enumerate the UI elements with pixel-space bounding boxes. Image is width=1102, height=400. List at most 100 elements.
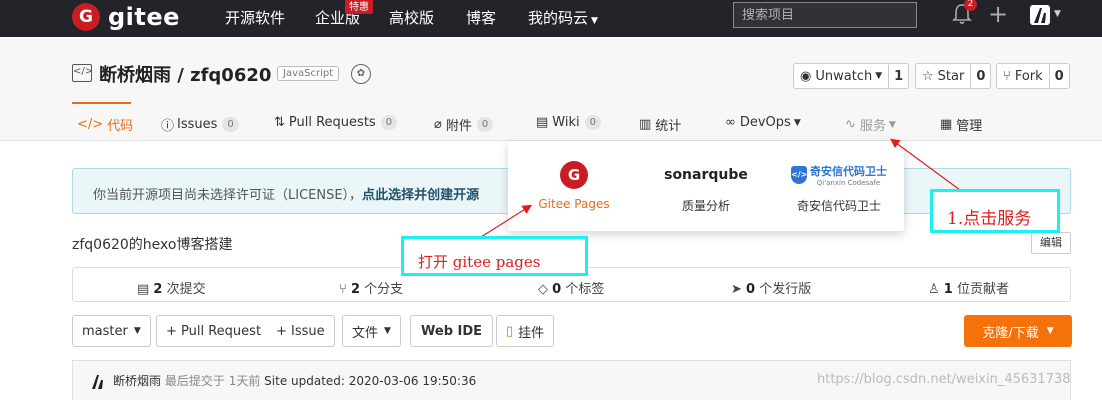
project-header: </> 断桥烟雨 / zfq0620 JavaScript ✿ ◉ Unwatch… [0,37,1102,141]
chevron-down-icon: ▼ [793,117,801,128]
eye-icon: ◉ [800,68,812,84]
chevron-down-icon: ▼ [133,326,141,336]
license-text: 你当前开源项目尚未选择许可证（LICENSE）， [93,188,363,203]
stat-releases[interactable]: ➤ 0 个发行版 [731,278,811,297]
send-icon: ➤ [731,282,747,297]
repo-description: zfq0620的hexo博客搭建 [72,237,233,253]
unwatch-button[interactable]: ◉ Unwatch ▼ [794,64,890,88]
tab-wiki-count: 0 [584,115,601,130]
tab-stats[interactable]: ▥ 统计 [639,115,681,134]
unwatch-label: Unwatch [815,68,873,84]
tab-pull-requests[interactable]: ⇅ Pull Requests 0 [274,115,398,130]
code-icon: </> [77,117,104,132]
chevron-down-icon: ▼ [1046,326,1054,336]
nav-university[interactable]: 高校版 [389,7,434,28]
fork-button[interactable]: ⑂ Fork [997,64,1050,88]
tab-wiki-label: Wiki [552,115,580,130]
pulse-icon: ∿ [845,117,856,132]
tab-code-label: 代码 [107,119,134,134]
repo-title[interactable]: 断桥烟雨 / zfq0620 [99,61,271,87]
tab-issues[interactable]: ⓘ Issues 0 [161,115,239,134]
stat-releases-num: 0 [746,282,756,297]
shield-icon: </> [791,166,807,184]
book-icon: ▤ [536,115,549,130]
tag-icon: ◇ [538,282,553,297]
clone-download-button[interactable]: 克隆/下载 ▼ [964,315,1072,347]
tab-pull-requests-count: 0 [380,115,398,130]
nav-open-source[interactable]: 开源软件 [225,7,285,28]
stat-branches[interactable]: ⑂ 2 个分支 [339,278,403,297]
widget-button[interactable]: ▯ 挂件 [496,315,555,347]
stat-branches-num: 2 [350,282,360,297]
stat-releases-label: 个发行版 [759,282,812,297]
recommend-seal-icon: ✿ [351,64,371,84]
issue-button[interactable]: + Issue [267,315,335,347]
csdn-watermark: https://blog.csdn.net/weixin_45631738 [817,372,1071,387]
star-button[interactable]: ☆ Star [916,64,972,88]
commit-message[interactable]: Site updated: 2020-03-06 19:50:36 [264,374,476,388]
tab-manage[interactable]: ▦ 管理 [940,115,982,134]
star-label: Star [937,68,965,84]
tab-attachments-count: 0 [476,117,494,132]
fork-button-group[interactable]: ⑂ Fork 0 [996,63,1070,89]
tab-manage-label: 管理 [956,119,983,134]
tab-services-label: 服务 [859,119,886,134]
web-ide-button[interactable]: Web IDE [410,315,494,347]
edit-description-button[interactable]: 编辑 [1031,232,1071,254]
search-input[interactable] [733,2,917,28]
tab-attachments[interactable]: ⌀ 附件 0 [434,115,494,134]
plus-icon[interactable]: + [988,1,1008,27]
tab-wiki[interactable]: ▤ Wiki 0 [536,115,601,130]
gitee-logo-icon: G [72,3,100,31]
nav-my-gitee[interactable]: 我的码云 ▼ [528,7,598,28]
unwatch-button-group[interactable]: ◉ Unwatch ▼ 1 [793,63,910,89]
stat-contributors-num: 1 [943,282,953,297]
branch-select-label: master [82,323,128,339]
tab-issues-label: Issues [177,117,218,132]
language-badge[interactable]: JavaScript [277,66,340,81]
commit-author-avatar[interactable] [89,373,105,389]
tab-code[interactable]: </> 代码 [77,115,133,134]
license-link[interactable]: 点此选择并创建开源 [362,188,479,203]
watch-count[interactable]: 1 [889,64,908,88]
commit-meta: 最后提交于 [164,374,225,388]
annotation-click-services: 1.点击服务 [930,189,1060,233]
fork-icon: ⑂ [1003,68,1011,84]
infinity-icon: ∞ [725,115,736,130]
license-notice-text: 你当前开源项目尚未选择许可证（LICENSE），点此选择并创建开源 [93,184,479,203]
service-gitee-pages[interactable]: G Gitee Pages [530,159,618,211]
stat-commits[interactable]: ▤ 2 次提交 [137,278,206,297]
gitee-logo[interactable]: G gitee [72,2,180,32]
tab-pull-requests-label: Pull Requests [288,115,376,130]
files-dropdown[interactable]: 文件 ▼ [342,315,401,347]
repo-icon: </> [72,64,93,82]
pull-request-button[interactable]: + Pull Request [156,315,272,347]
stat-branches-label: 个分支 [364,282,404,297]
tab-devops[interactable]: ∞ DevOps ▼ [725,115,801,130]
service-qianxin-codesafe-label: 奇安信代码卫士 [796,199,881,213]
service-qianxin-codesafe[interactable]: </> 奇安信代码卫士 Qi'anxin Codesafe 奇安信代码卫士 [784,159,894,214]
annotation-open-gitee-pages: 打开 gitee pages [401,236,588,276]
branch-select[interactable]: master ▼ [72,315,151,347]
chevron-down-icon[interactable]: ▼ [1054,9,1061,19]
qianxin-logo-title: 奇安信代码卫士 [810,165,887,178]
tab-services[interactable]: ∿ 服务 ▼ [845,115,896,134]
user-avatar[interactable] [1030,5,1050,25]
qianxin-logo: </> 奇安信代码卫士 Qi'anxin Codesafe [791,163,887,187]
chevron-down-icon: ▼ [875,71,883,81]
nav-blog[interactable]: 博客 [466,7,496,28]
stat-tags-label: 个标签 [565,282,605,297]
issue-icon: ⓘ [161,119,175,134]
top-navbar: G gitee 开源软件 企业版 特惠 高校版 博客 我的码云▼ 2 + ▼ [0,0,1102,37]
stat-tags[interactable]: ◇ 0 个标签 [538,278,604,297]
services-dropdown: G Gitee Pages sonarqube 质量分析 </> 奇安信代码卫士 Q… [508,141,904,231]
fork-count[interactable]: 0 [1050,64,1069,88]
commit-author[interactable]: 断桥烟雨 [113,374,161,388]
qianxin-logo-sub: Qi'anxin Codesafe [816,179,881,187]
commit-info: 断桥烟雨 最后提交于 1天前 Site updated: 2020-03-06 … [113,372,476,389]
stat-contributors[interactable]: ♙ 1 位贡献者 [928,278,1009,297]
star-icon: ☆ [922,68,934,84]
service-quality-analysis[interactable]: sonarqube 质量分析 [658,159,754,214]
star-count[interactable]: 0 [971,64,990,88]
star-button-group[interactable]: ☆ Star 0 [915,63,992,89]
